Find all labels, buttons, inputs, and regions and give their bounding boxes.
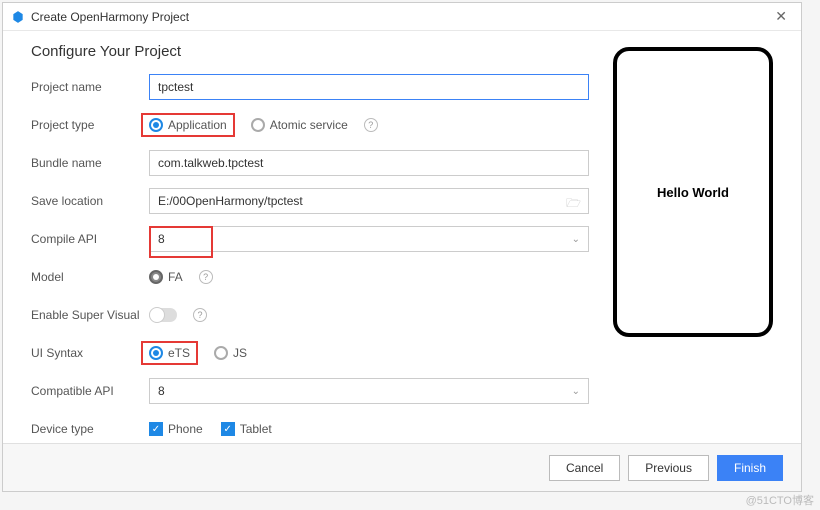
titlebar: Create OpenHarmony Project ✕ [3,3,801,31]
cancel-button[interactable]: Cancel [549,455,620,481]
label-ui-syntax: UI Syntax [31,346,149,360]
enable-super-visual-toggle[interactable] [149,308,177,322]
radio-ets[interactable]: eTS [149,346,190,360]
dialog-window: Create OpenHarmony Project ✕ Configure Y… [2,2,802,492]
preview-text: Hello World [657,185,729,200]
radio-atomic-service[interactable]: Atomic service [251,118,348,132]
label-project-type: Project type [31,118,149,132]
watermark-text: @51CTO博客 [746,492,814,508]
chevron-down-icon: ⌄ [572,386,580,397]
label-compatible-api: Compatible API [31,384,149,398]
radio-dot-icon [149,118,163,132]
label-compile-api: Compile API [31,232,149,246]
help-icon[interactable]: ? [199,270,213,284]
app-logo-icon [11,10,25,24]
project-name-input[interactable] [149,74,589,100]
radio-dot-icon [149,346,163,360]
content-area: Configure Your Project Project name Proj… [3,31,801,468]
check-icon: ✓ [221,422,235,436]
chevron-down-icon: ⌄ [572,234,580,245]
save-location-input[interactable] [149,188,589,214]
checkbox-tablet[interactable]: ✓Tablet [221,422,272,436]
highlight-application: Application [141,113,235,137]
help-icon[interactable]: ? [364,118,378,132]
radio-fa[interactable]: FA [149,270,183,284]
compile-api-select[interactable]: 8 ⌄ [149,226,589,252]
finish-button[interactable]: Finish [717,455,783,481]
footer-bar: Cancel Previous Finish [3,443,801,491]
device-preview: Hello World [613,47,773,337]
label-enable-super-visual: Enable Super Visual [31,308,149,322]
help-icon[interactable]: ? [193,308,207,322]
label-bundle-name: Bundle name [31,156,149,170]
compatible-api-select[interactable]: 8 ⌄ [149,378,589,404]
radio-dot-icon [149,270,163,284]
label-model: Model [31,270,149,284]
radio-application[interactable]: Application [149,118,227,132]
close-icon[interactable]: ✕ [769,8,793,25]
label-project-name: Project name [31,80,149,94]
page-heading: Configure Your Project [31,43,589,60]
folder-icon[interactable]: 🗁 [566,194,581,215]
highlight-ets: eTS [141,341,198,365]
bundle-name-input[interactable] [149,150,589,176]
window-title: Create OpenHarmony Project [31,10,189,24]
label-device-type: Device type [31,422,149,436]
check-icon: ✓ [149,422,163,436]
form-area: Configure Your Project Project name Proj… [31,43,589,468]
radio-dot-icon [251,118,265,132]
radio-dot-icon [214,346,228,360]
label-save-location: Save location [31,194,149,208]
radio-js[interactable]: JS [214,346,247,360]
previous-button[interactable]: Previous [628,455,709,481]
checkbox-phone[interactable]: ✓Phone [149,422,203,436]
